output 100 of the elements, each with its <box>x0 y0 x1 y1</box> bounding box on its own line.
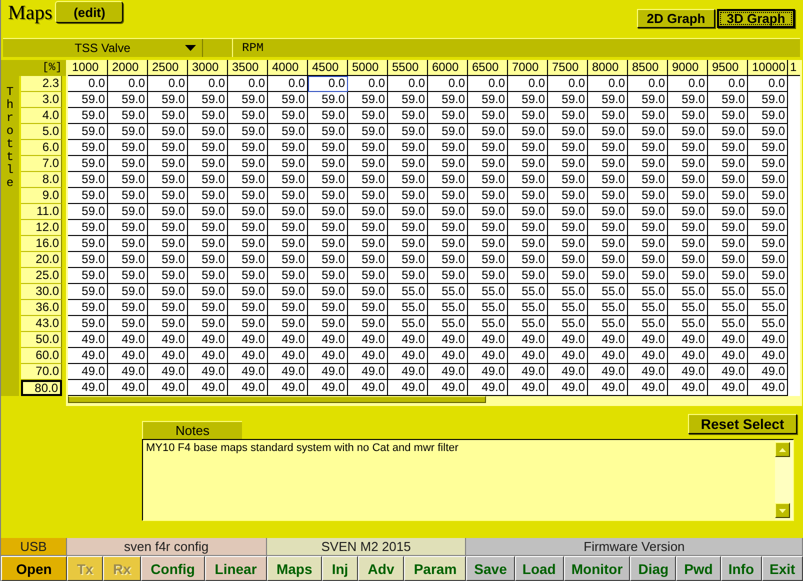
table-cell[interactable]: 0.0 <box>228 76 268 92</box>
table-cell[interactable]: 0.0 <box>308 76 348 92</box>
table-cell[interactable]: 0.0 <box>628 76 668 92</box>
table-cell[interactable]: 59.0 <box>108 188 148 204</box>
toolbar-button[interactable]: Pwd <box>676 556 721 581</box>
table-cell[interactable]: 59.0 <box>548 172 588 188</box>
table-cell[interactable]: 59.0 <box>588 252 628 268</box>
table-cell[interactable]: 59.0 <box>548 124 588 140</box>
toolbar-button[interactable]: Diag <box>630 556 676 581</box>
table-cell[interactable]: 59.0 <box>588 268 628 284</box>
table-cell[interactable]: 49.0 <box>668 364 708 380</box>
table-cell[interactable]: 59.0 <box>748 172 788 188</box>
table-cell[interactable]: 49.0 <box>188 348 228 364</box>
table-cell[interactable]: 59.0 <box>668 92 708 108</box>
table-cell[interactable]: 59.0 <box>388 172 428 188</box>
table-cell[interactable]: 59.0 <box>388 252 428 268</box>
graph-tab[interactable]: 2D Graph <box>637 9 715 28</box>
table-cell[interactable]: 59.0 <box>468 204 508 220</box>
table-cell[interactable]: 59.0 <box>588 220 628 236</box>
toolbar-button[interactable]: Exit <box>762 556 803 581</box>
table-cell[interactable]: 59.0 <box>468 268 508 284</box>
table-cell[interactable]: 59.0 <box>508 204 548 220</box>
table-cell[interactable]: 55.0 <box>428 300 468 316</box>
table-cell[interactable]: 49.0 <box>348 348 388 364</box>
table-cell[interactable]: 59.0 <box>508 220 548 236</box>
table-cell[interactable]: 59.0 <box>628 236 668 252</box>
table-cell[interactable]: 59.0 <box>628 140 668 156</box>
table-cell[interactable]: 59.0 <box>468 188 508 204</box>
table-cell[interactable]: 59.0 <box>228 108 268 124</box>
table-cell[interactable]: 59.0 <box>348 92 388 108</box>
table-cell[interactable]: 49.0 <box>388 348 428 364</box>
table-cell[interactable]: 49.0 <box>108 364 148 380</box>
table-cell[interactable]: 59.0 <box>308 316 348 332</box>
table-cell[interactable]: 0.0 <box>348 76 388 92</box>
table-cell[interactable]: 59.0 <box>188 252 228 268</box>
row-header[interactable]: 4.0 <box>21 108 62 124</box>
table-cell[interactable]: 59.0 <box>268 236 308 252</box>
table-cell[interactable]: 55.0 <box>628 316 668 332</box>
table-cell[interactable]: 59.0 <box>108 284 148 300</box>
table-cell[interactable]: 59.0 <box>428 268 468 284</box>
toolbar-button[interactable]: Param <box>404 556 466 581</box>
table-cell[interactable]: 59.0 <box>548 188 588 204</box>
table-cell[interactable]: 59.0 <box>228 220 268 236</box>
table-cell[interactable]: 59.0 <box>548 268 588 284</box>
toolbar-button[interactable]: Load <box>514 556 564 581</box>
table-cell[interactable]: 59.0 <box>748 156 788 172</box>
row-header[interactable]: 25.0 <box>21 268 62 284</box>
table-cell[interactable]: 49.0 <box>388 332 428 348</box>
table-cell[interactable]: 59.0 <box>68 204 108 220</box>
table-cell[interactable]: 59.0 <box>188 204 228 220</box>
table-cell[interactable]: 59.0 <box>188 300 228 316</box>
table-cell[interactable]: 59.0 <box>668 252 708 268</box>
table-cell[interactable]: 59.0 <box>228 316 268 332</box>
table-cell[interactable]: 49.0 <box>228 348 268 364</box>
table-cell[interactable]: 59.0 <box>748 188 788 204</box>
table-cell[interactable]: 59.0 <box>388 188 428 204</box>
table-cell[interactable]: 59.0 <box>308 172 348 188</box>
table-cell[interactable]: 59.0 <box>388 108 428 124</box>
table-cell[interactable]: 59.0 <box>428 92 468 108</box>
table-cell[interactable]: 59.0 <box>748 268 788 284</box>
table-cell[interactable]: 59.0 <box>668 204 708 220</box>
table-cell[interactable]: 59.0 <box>588 140 628 156</box>
table-cell[interactable]: 59.0 <box>508 252 548 268</box>
table-cell[interactable]: 59.0 <box>508 172 548 188</box>
table-cell[interactable]: 59.0 <box>188 284 228 300</box>
toolbar-button[interactable]: Linear <box>204 556 267 581</box>
row-header[interactable]: 70.0 <box>21 364 62 380</box>
table-cell[interactable]: 49.0 <box>748 364 788 380</box>
table-cell[interactable]: 49.0 <box>588 364 628 380</box>
table-cell[interactable]: 59.0 <box>748 92 788 108</box>
table-cell[interactable]: 59.0 <box>108 316 148 332</box>
table-cell[interactable]: 55.0 <box>388 284 428 300</box>
table-cell[interactable]: 0.0 <box>148 76 188 92</box>
table-cell[interactable]: 49.0 <box>708 332 748 348</box>
table-cell[interactable]: 49.0 <box>748 348 788 364</box>
table-cell[interactable]: 59.0 <box>548 252 588 268</box>
table-cell[interactable]: 59.0 <box>148 188 188 204</box>
table-cell[interactable]: 49.0 <box>668 348 708 364</box>
table-cell[interactable]: 49.0 <box>548 332 588 348</box>
table-cell[interactable]: 55.0 <box>708 300 748 316</box>
table-cell[interactable]: 59.0 <box>268 124 308 140</box>
table-cell[interactable]: 59.0 <box>148 268 188 284</box>
table-cell[interactable]: 0.0 <box>188 76 228 92</box>
table-cell[interactable]: 49.0 <box>628 332 668 348</box>
table-cell[interactable]: 49.0 <box>148 380 188 396</box>
table-cell[interactable]: 55.0 <box>748 300 788 316</box>
table-cell[interactable]: 59.0 <box>108 220 148 236</box>
table-cell[interactable]: 59.0 <box>268 188 308 204</box>
table-cell[interactable]: 55.0 <box>588 316 628 332</box>
toolbar-button[interactable]: Monitor <box>564 556 630 581</box>
toolbar-button[interactable]: Adv <box>358 556 404 581</box>
table-cell[interactable]: 59.0 <box>388 124 428 140</box>
table-cell[interactable]: 59.0 <box>668 220 708 236</box>
table-cell[interactable]: 59.0 <box>308 108 348 124</box>
table-cell[interactable]: 59.0 <box>428 172 468 188</box>
table-cell[interactable]: 49.0 <box>628 364 668 380</box>
table-cell[interactable]: 55.0 <box>468 284 508 300</box>
table-cell[interactable]: 59.0 <box>148 172 188 188</box>
table-cell[interactable]: 59.0 <box>468 108 508 124</box>
table-cell[interactable]: 59.0 <box>708 124 748 140</box>
